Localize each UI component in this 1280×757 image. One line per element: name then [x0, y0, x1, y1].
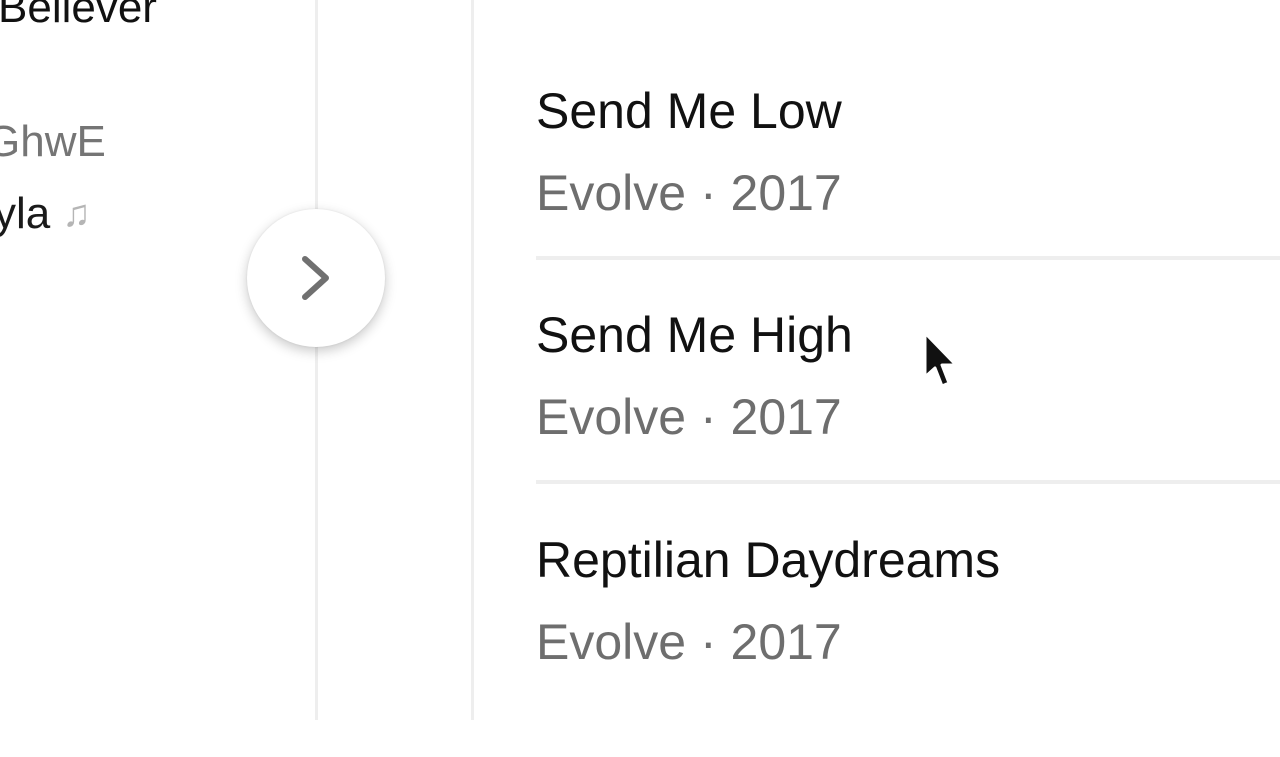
music-note-icon: ♫: [62, 193, 91, 235]
track-meta: Evolve · 2017: [536, 614, 842, 670]
track-divider: [536, 256, 1280, 260]
center-panel-divider: [471, 0, 474, 720]
left-panel: Believer GhwE yla ♫: [0, 0, 316, 720]
expand-button[interactable]: [247, 209, 385, 347]
left-item-name: yla ♫: [0, 192, 91, 236]
left-item-code: GhwE: [0, 117, 106, 166]
track-item[interactable]: Reptilian Daydreams Evolve · 2017: [536, 535, 1280, 757]
track-meta: Evolve · 2017: [536, 389, 842, 445]
track-meta: Evolve · 2017: [536, 165, 842, 221]
track-item[interactable]: Send Me High Evolve · 2017: [536, 310, 1280, 532]
track-item[interactable]: Send Me Low Evolve · 2017: [536, 86, 1280, 308]
track-title: Send Me High: [536, 307, 853, 363]
left-item-name-text: yla: [0, 189, 51, 238]
track-title: Reptilian Daydreams: [536, 532, 1001, 588]
left-item-title: Believer: [0, 0, 157, 32]
track-divider: [536, 480, 1280, 484]
left-panel-divider: [315, 0, 318, 720]
track-title: Send Me Low: [536, 83, 842, 139]
chevron-right-icon: [302, 256, 329, 300]
